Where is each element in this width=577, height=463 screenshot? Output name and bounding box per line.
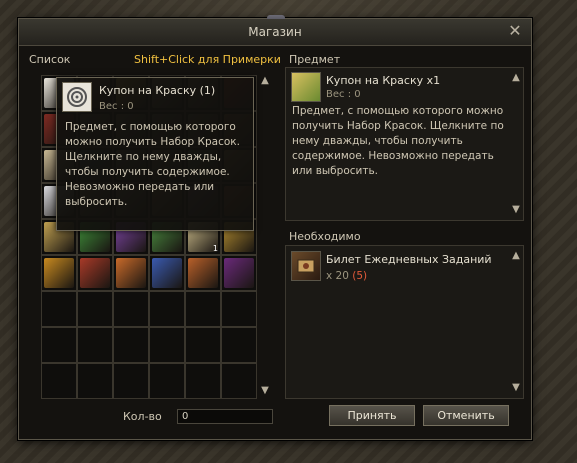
tooltip-item-name: Купон на Краску (1)	[99, 84, 216, 97]
item-slot[interactable]	[221, 327, 257, 363]
item-slot[interactable]	[221, 291, 257, 327]
list-scroll-up-icon[interactable]: ▲	[259, 75, 271, 86]
detail-item-description: Предмет, с помощью которого можно получи…	[292, 105, 504, 177]
gift-box-icon	[152, 258, 182, 288]
required-items-panel: Билет Ежедневных Заданий x 20 (5) ▲ ▼	[285, 245, 524, 399]
required-label: Необходимо	[289, 230, 361, 243]
try-on-hint: Shift+Click для Примерки	[134, 53, 281, 66]
item-slot[interactable]	[185, 291, 221, 327]
title-bar[interactable]: Магазин ✕	[19, 19, 531, 46]
detail-scroll-up-icon[interactable]: ▲	[510, 72, 522, 83]
close-icon[interactable]: ✕	[507, 22, 523, 40]
required-qty-value: x 20	[326, 270, 349, 282]
item-slot[interactable]	[113, 363, 149, 399]
accept-button[interactable]: Принять	[329, 405, 415, 426]
owned-qty-value: (5)	[352, 270, 368, 282]
item-slot[interactable]	[149, 291, 185, 327]
tooltip-item-description: Предмет, с помощью которого можно получи…	[65, 121, 240, 208]
required-scroll-down-icon[interactable]: ▼	[510, 382, 522, 393]
item-slot[interactable]	[77, 363, 113, 399]
item-slot[interactable]	[41, 327, 77, 363]
list-label: Список	[29, 53, 71, 66]
item-slot[interactable]	[113, 291, 149, 327]
item-tooltip: Купон на Краску (1) Вес : 0 Предмет, с п…	[56, 77, 254, 231]
item-slot[interactable]	[113, 255, 149, 291]
item-slot[interactable]	[41, 363, 77, 399]
window-title: Магазин	[248, 25, 302, 39]
item-slot[interactable]	[113, 327, 149, 363]
cancel-button[interactable]: Отменить	[423, 405, 509, 426]
required-item-name: Билет Ежедневных Заданий	[326, 253, 492, 266]
item-label: Предмет	[289, 53, 341, 66]
item-slot[interactable]	[185, 327, 221, 363]
item-slot[interactable]	[185, 255, 221, 291]
required-item-quantity: x 20 (5)	[326, 270, 367, 282]
shop-window: Магазин ✕ Список Shift+Click для Примерк…	[18, 15, 532, 440]
item-slot[interactable]	[77, 327, 113, 363]
quantity-input[interactable]	[177, 409, 273, 424]
detail-item-name: Купон на Краску x1	[326, 74, 441, 87]
item-slot[interactable]	[149, 363, 185, 399]
detail-item-weight: Вес : 0	[326, 89, 361, 100]
orange-box-icon	[188, 258, 218, 288]
quantity-label: Кол-во	[123, 410, 162, 423]
item-detail-panel: Купон на Краску x1 Вес : 0 Предмет, с по…	[285, 67, 524, 221]
item-slot[interactable]	[41, 255, 77, 291]
item-slot[interactable]	[149, 327, 185, 363]
item-slot[interactable]	[77, 291, 113, 327]
detail-scroll-down-icon[interactable]: ▼	[510, 204, 522, 215]
item-slot[interactable]	[221, 255, 257, 291]
item-slot[interactable]	[185, 363, 221, 399]
tooltip-item-weight: Вес : 0	[99, 101, 134, 112]
purple-book-icon	[224, 258, 254, 288]
required-scroll-up-icon[interactable]: ▲	[510, 250, 522, 261]
item-slot[interactable]	[41, 291, 77, 327]
item-slot[interactable]	[221, 363, 257, 399]
item-slot[interactable]	[149, 255, 185, 291]
coupon-swirl-icon	[62, 82, 92, 112]
item-slot[interactable]	[77, 255, 113, 291]
golden-scroll-icon	[44, 258, 74, 288]
red-scroll-icon	[80, 258, 110, 288]
list-scroll-down-icon[interactable]: ▼	[259, 385, 271, 396]
daily-quest-ticket-icon	[291, 251, 321, 281]
paint-coupon-icon	[291, 72, 321, 102]
orange-scroll-icon	[116, 258, 146, 288]
item-count: 1	[212, 244, 218, 253]
